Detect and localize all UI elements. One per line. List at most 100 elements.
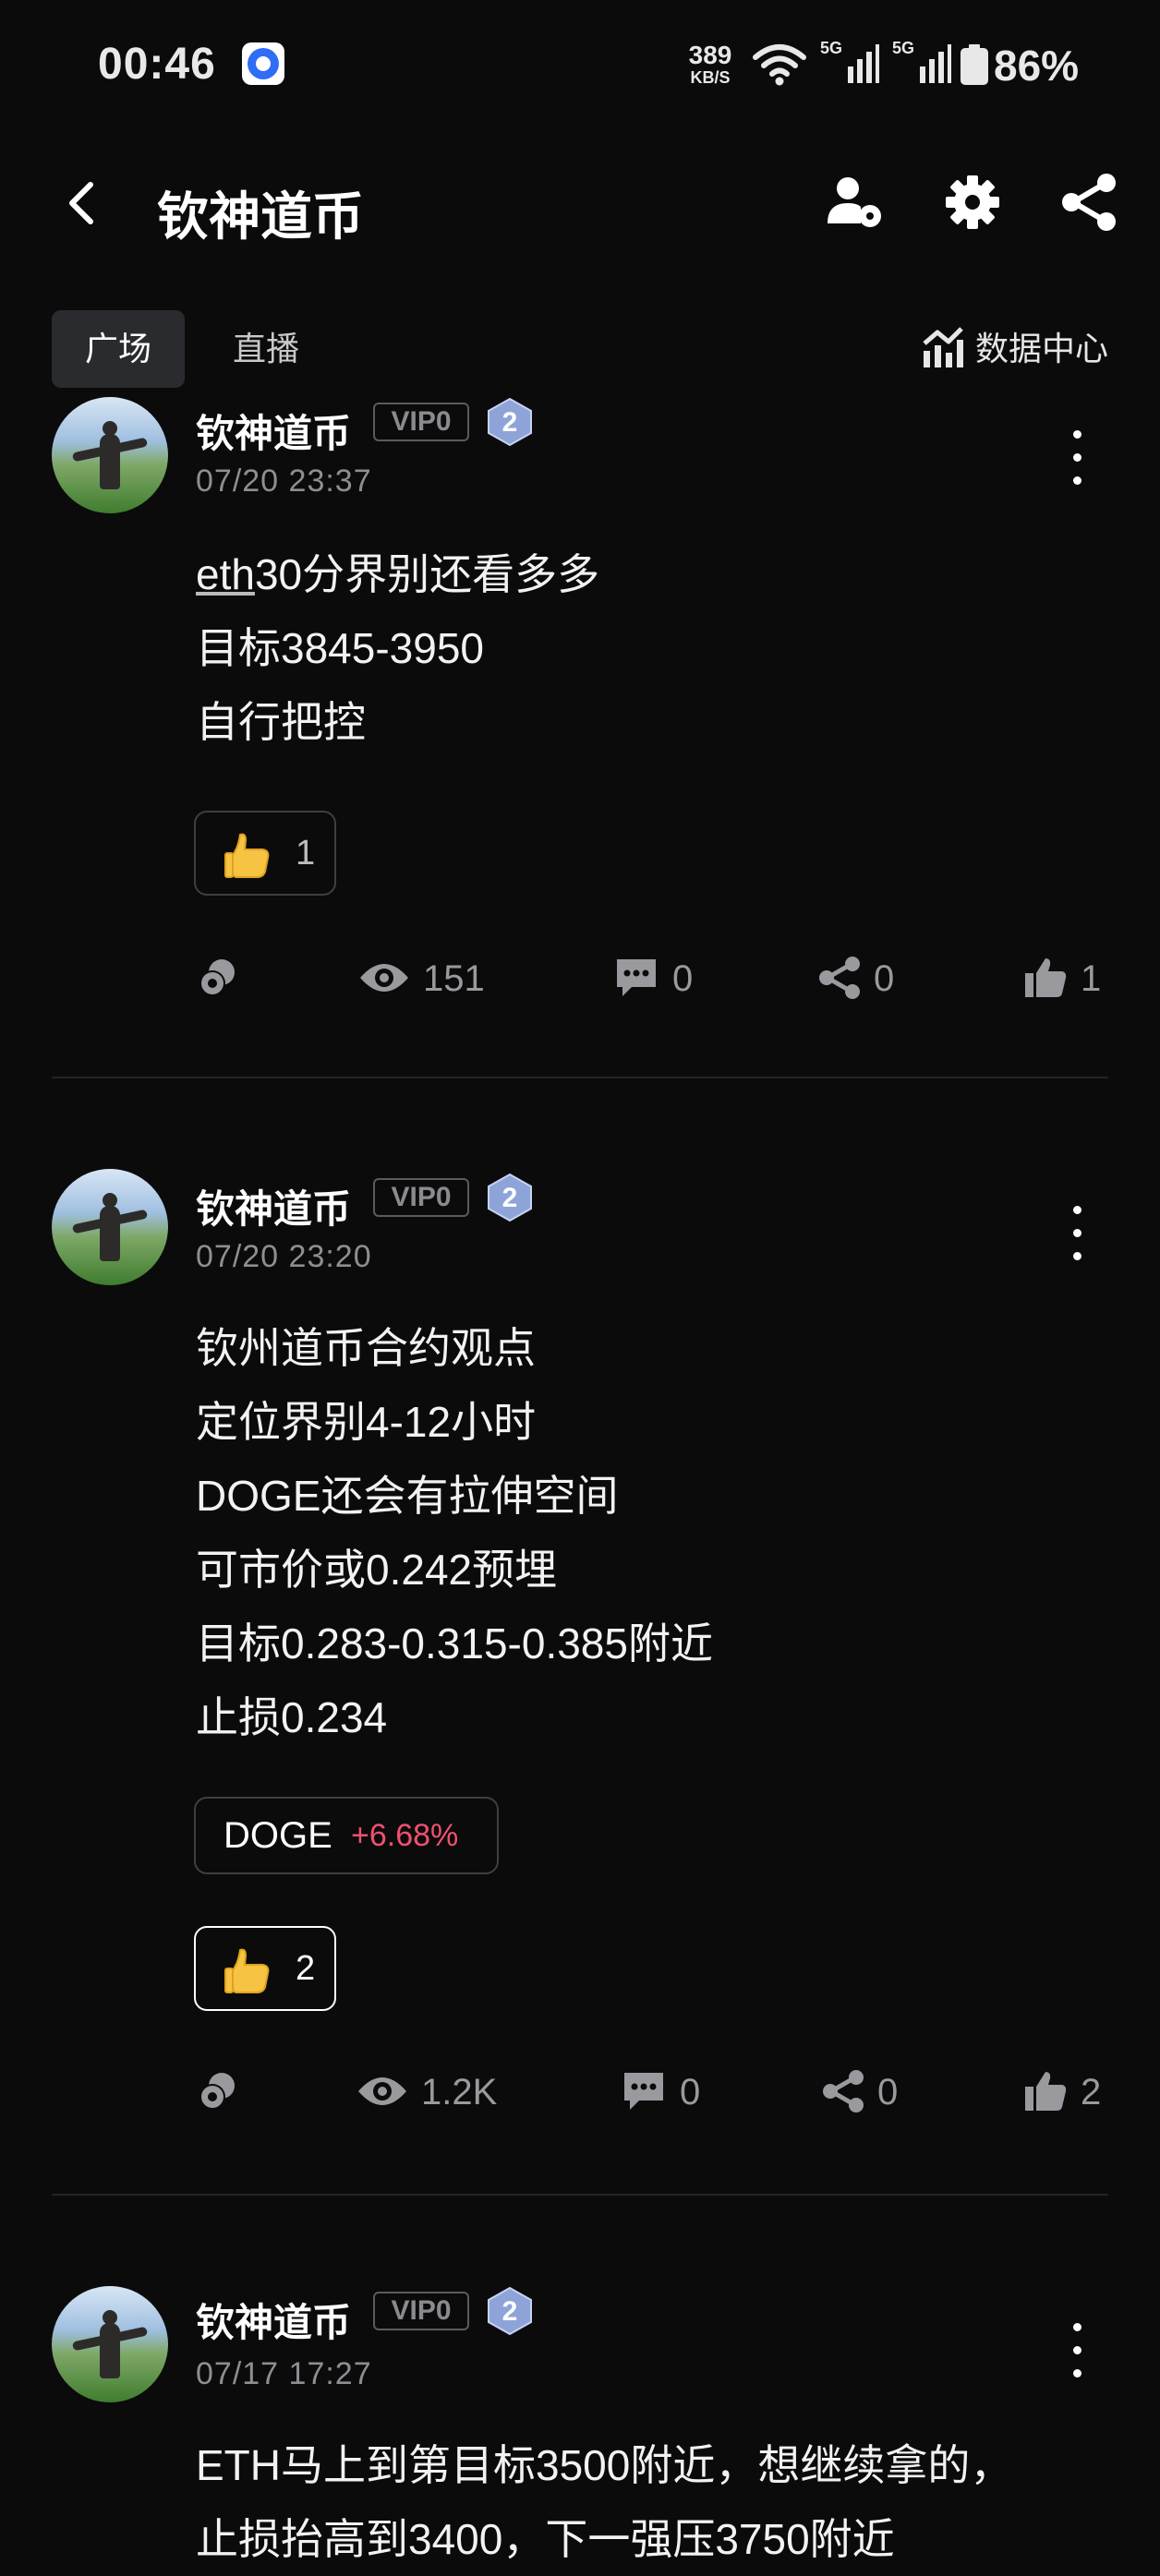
post-card: 钦神道币 VIP0 2 07/20 23:37 eth30分界别还看多多 目标3… [0,397,1160,1080]
network-speed-unit: KB/S [690,68,731,87]
comment-icon [617,959,656,997]
post-content: 钦州道币合约观点 定位界别4-12小时 DOGE还会有拉伸空间 可市价或0.24… [196,1311,713,1754]
reaction-count: 1 [296,834,316,873]
level-badge-icon: 2 [488,2286,532,2336]
reaction-button[interactable]: 1 [194,811,336,896]
post-stats: 1.2K 0 0 2 [0,2064,1160,2120]
post-card: 钦神道币 VIP0 2 07/17 17:27 ETH马上到第目标3500附近，… [0,2286,1160,2563]
post-line: 止损0.234 [196,1693,388,1741]
post-divider [52,1077,1108,1078]
post-card: 钦神道币 VIP0 2 07/20 23:20 钦州道币合约观点 定位界别4-1… [0,1169,1160,2185]
post-line: 自行把控 [196,698,366,746]
coin-icon [199,2073,235,2111]
post-time: 07/20 23:20 [196,1239,372,1274]
level-number: 2 [502,1183,518,1213]
data-center-label: 数据中心 [974,330,1108,367]
share-post-button[interactable]: 0 [818,951,894,1006]
share-post-button[interactable]: 0 [822,2064,898,2120]
post-author[interactable]: 钦神道币 [196,403,351,459]
thumbs-up-emoji [224,833,270,878]
comment-button[interactable]: 0 [613,951,693,1006]
post-line: 钦州道币合约观点 [196,1324,536,1372]
more-options-button[interactable] [1064,2323,1090,2382]
network-speed-value: 389 [688,41,732,69]
level-badge-icon: 2 [488,397,532,447]
reaction-button[interactable]: 2 [194,1926,336,2011]
level-number: 2 [502,407,518,438]
status-bar: 00:46 389 KB/S 5G 5G 86% [0,0,1160,129]
comment-button[interactable]: 0 [621,2064,700,2120]
level-badge-icon: 2 [488,1173,532,1222]
post-line: 可市价或0.242预埋 [196,1546,558,1594]
shares-count: 0 [877,2072,899,2113]
data-center-link[interactable]: 数据中心 [922,310,1108,388]
wifi-icon [752,41,807,91]
reward-button[interactable] [196,951,240,1006]
comments-count: 0 [680,2072,701,2113]
post-author[interactable]: 钦神道币 [196,2292,351,2348]
reaction-count: 2 [296,1949,316,1988]
avatar[interactable] [52,2286,168,2402]
share-icon [819,957,860,1000]
views-stat: 151 [358,951,485,1006]
post-line: 止损抬高到3400，下一强压3750附近 [196,2515,895,2563]
likes-count: 2 [1081,2072,1102,2113]
coin-symbol: DOGE [224,1815,332,1856]
like-button[interactable]: 1 [1023,951,1101,1006]
views-count: 151 [423,958,485,999]
post-line: DOGE还会有拉伸空间 [196,1472,619,1520]
tab-square[interactable]: 广场 [52,310,185,388]
signal-icon: 5G [820,39,879,91]
thumbs-up-icon [1025,958,1067,998]
signal-label: 5G [892,39,915,57]
post-line: 定位界别4-12小时 [196,1398,537,1446]
post-link[interactable]: eth [196,550,255,598]
post-content: eth30分界别还看多多 目标3845-3950 自行把控 [196,537,599,759]
app-notification-icon [242,42,284,85]
vip-badge: VIP0 [373,1178,469,1217]
likes-count: 1 [1081,958,1102,999]
thumbs-up-emoji [224,1948,270,1993]
tab-bar: 广场 直播 数据中心 [0,310,1160,388]
status-time: 00:46 [98,40,216,89]
user-settings-icon [828,177,881,227]
tab-live[interactable]: 直播 [205,310,327,388]
chevron-left-icon [69,182,93,224]
post-author[interactable]: 钦神道币 [196,1178,351,1234]
views-stat: 1.2K [356,2064,497,2120]
more-options-button[interactable] [1064,1206,1090,1265]
shares-count: 0 [874,958,895,999]
back-button[interactable] [55,175,111,231]
level-number: 2 [502,2296,518,2327]
coin-change: +6.68% [351,1818,459,1853]
share-icon [1062,174,1116,231]
page-header: 钦神道币 [0,148,1160,259]
eye-icon [360,964,408,993]
coin-icon [199,959,235,997]
chart-icon [923,327,963,368]
settings-button[interactable] [942,172,1003,233]
user-settings-button[interactable] [824,172,885,233]
like-button[interactable]: 2 [1023,2064,1101,2120]
reward-button[interactable] [196,2064,240,2120]
coin-tag[interactable]: DOGE +6.68% [194,1797,499,1874]
page-title: 钦神道币 [157,187,364,246]
views-count: 1.2K [421,2072,498,2113]
avatar[interactable] [52,397,168,513]
battery-percent: 86% [994,42,1080,90]
post-line: 目标3845-3950 [196,624,484,672]
more-options-button[interactable] [1064,430,1090,489]
post-divider [52,2194,1108,2196]
avatar[interactable] [52,1169,168,1285]
post-line: eth30分界别还看多多 [196,537,599,611]
post-content: ETH马上到第目标3500附近，想继续拿的， 止损抬高到3400，下一强压375… [196,2428,1012,2576]
network-speed: 389 KB/S [678,41,743,88]
share-icon [823,2070,864,2113]
vip-badge: VIP0 [373,403,469,441]
post-line: 目标0.283-0.315-0.385附近 [196,1619,713,1667]
share-button[interactable] [1058,172,1119,233]
gear-icon [946,175,999,229]
signal-icon: 5G [892,39,951,91]
vip-badge: VIP0 [373,2292,469,2330]
post-time: 07/17 17:27 [196,2356,372,2391]
